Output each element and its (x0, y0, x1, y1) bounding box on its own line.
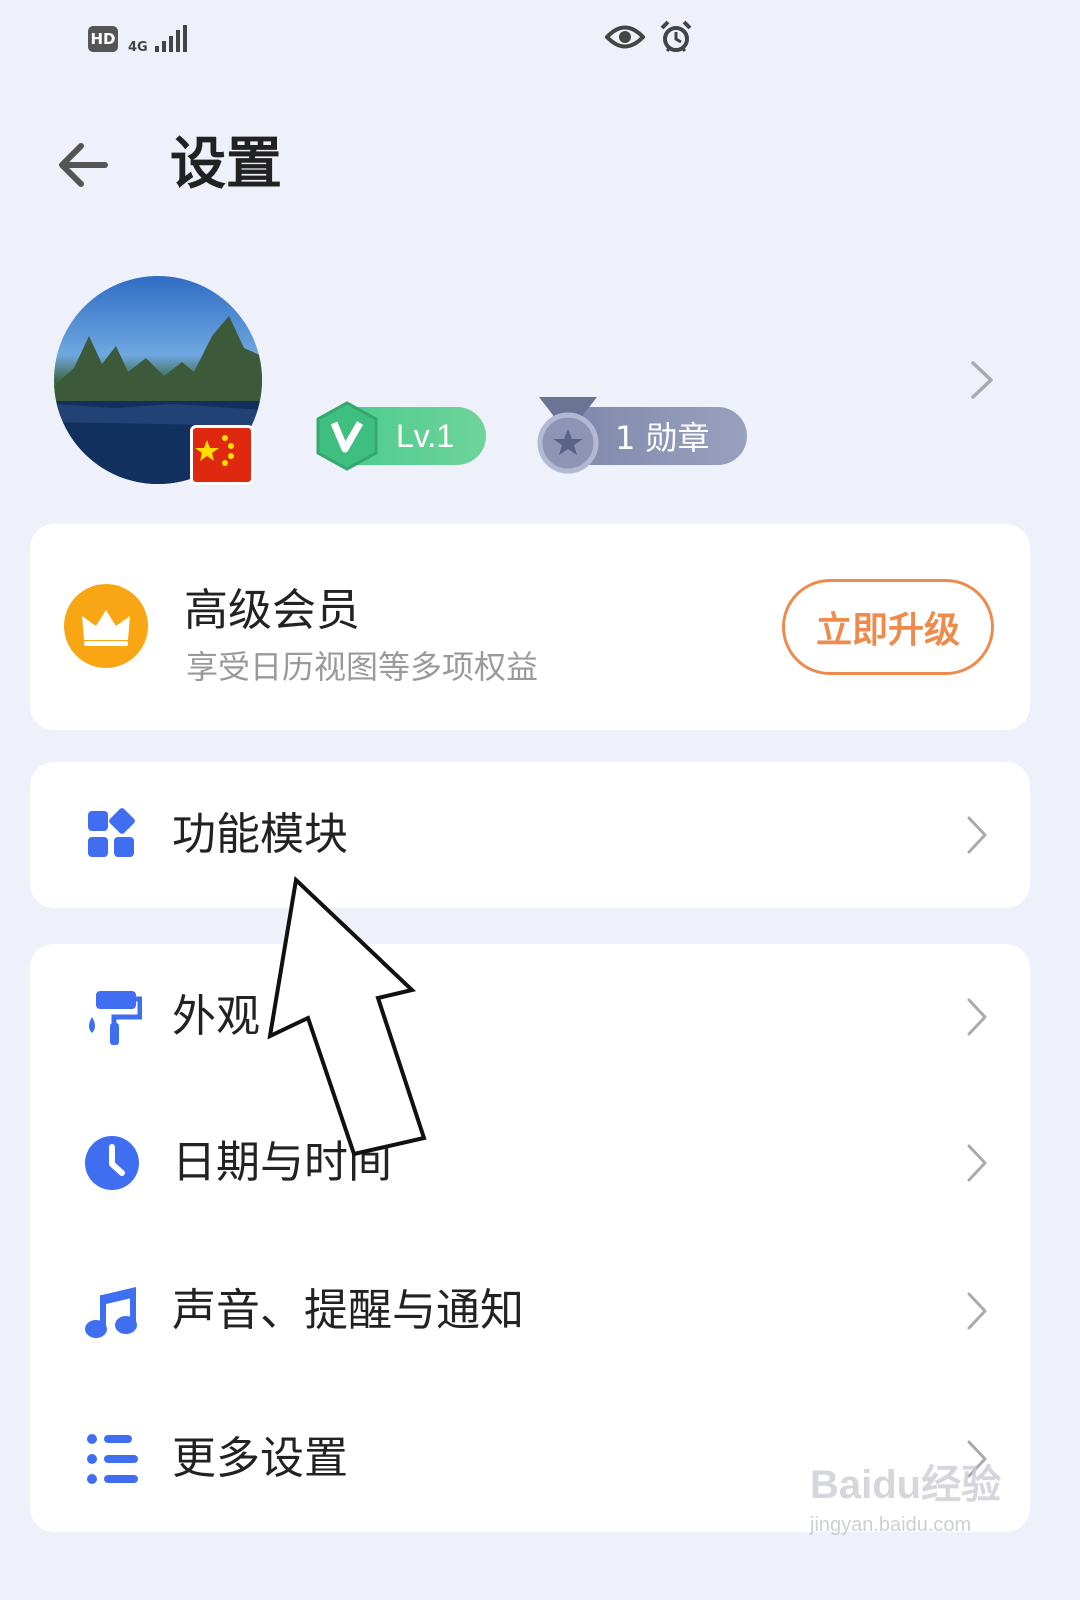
chevron-right-icon (967, 1144, 987, 1182)
vip-shield-icon (316, 401, 378, 471)
chevron-right-icon (967, 1292, 987, 1330)
level-label: Lv.1 (396, 417, 455, 454)
medal-label: 1 勋章 (615, 419, 710, 457)
crown-icon (64, 584, 148, 668)
chevron-right-icon (967, 816, 987, 854)
clock-icon (85, 1136, 139, 1190)
status-bar: HD 4G (0, 0, 1080, 80)
menu-item-label: 功能模块 (172, 809, 348, 860)
profile-section[interactable]: Lv.1 1 勋章 (0, 270, 1080, 490)
medal-icon (537, 397, 599, 474)
menu-item-modules[interactable]: 功能模块 (30, 762, 1030, 908)
eye-icon (605, 25, 645, 49)
medal-badge[interactable]: 1 勋章 (537, 397, 747, 474)
grid-icon (88, 808, 135, 857)
network-label: 4G (128, 40, 148, 55)
paint-roller-icon (89, 991, 142, 1045)
level-badge[interactable]: Lv.1 (316, 401, 486, 471)
menu-item-label: 更多设置 (172, 1433, 348, 1484)
upgrade-button[interactable]: 立即升级 (782, 579, 994, 675)
menu-item-date-time[interactable]: 日期与时间 (30, 1090, 1030, 1236)
vip-card[interactable]: 高级会员 享受日历视图等多项权益 立即升级 (30, 524, 1030, 730)
menu-item-sound[interactable]: 声音、提醒与通知 (30, 1238, 1030, 1384)
vip-title: 高级会员 (184, 585, 360, 636)
music-note-icon (85, 1287, 137, 1338)
back-button[interactable] (50, 132, 116, 198)
chevron-right-icon (967, 998, 987, 1036)
watermark: Baidu经验 jingyan.baidu.com (810, 1452, 1010, 1552)
chevron-right-icon[interactable] (965, 355, 999, 405)
menu-item-label: 日期与时间 (172, 1137, 392, 1188)
list-settings-icon (87, 1434, 138, 1484)
hd-icon: HD (88, 26, 118, 52)
alarm-icon (660, 20, 692, 53)
menu-item-label: 声音、提醒与通知 (172, 1285, 524, 1336)
header: 设置 (0, 120, 1080, 210)
arrow-left-icon (59, 143, 108, 187)
status-left: HD 4G (88, 24, 191, 54)
vip-subtitle: 享受日历视图等多项权益 (186, 648, 539, 686)
modules-card[interactable]: 功能模块 (30, 762, 1030, 908)
status-right (605, 20, 693, 54)
page-title: 设置 (170, 132, 282, 197)
settings-list-card: 外观 日期与时间 声音、提醒与通知 更多设置 (30, 944, 1030, 1532)
flag-badge (190, 425, 254, 485)
menu-item-label: 外观 (172, 991, 260, 1042)
watermark-logo: Baidu经验 (810, 1463, 1002, 1507)
menu-item-appearance[interactable]: 外观 (30, 944, 1030, 1090)
watermark-url: jingyan.baidu.com (810, 1514, 972, 1536)
signal-icon: 4G (128, 24, 191, 54)
